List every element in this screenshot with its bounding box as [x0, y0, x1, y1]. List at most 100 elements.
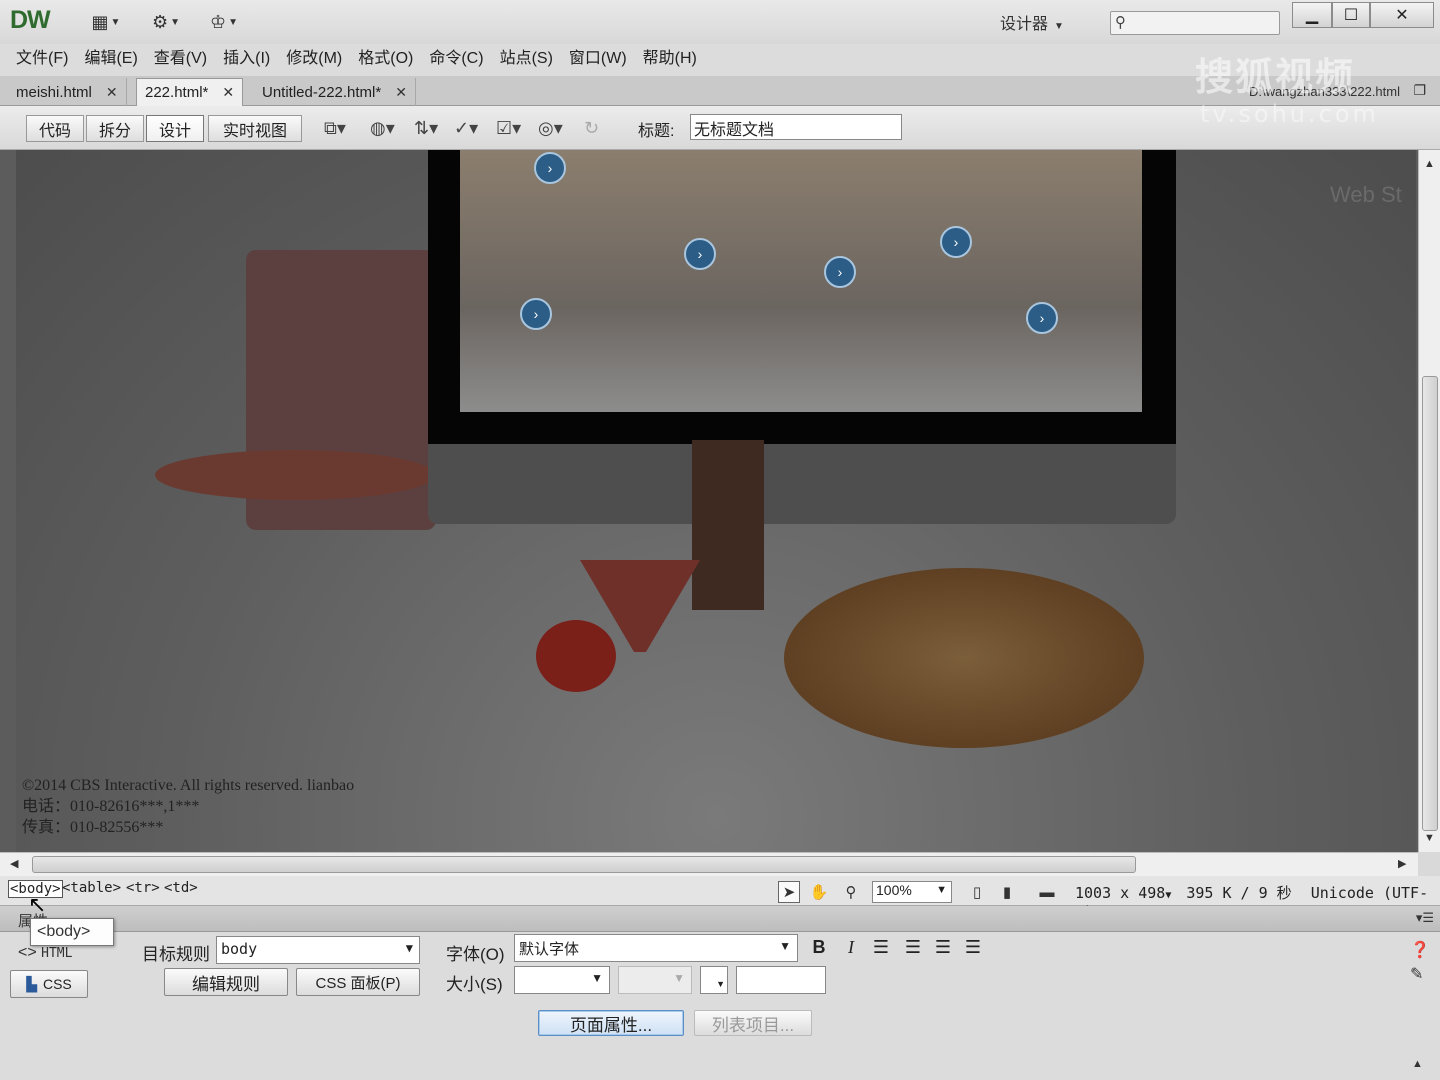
- zoom-tool-icon[interactable]: ⚲: [840, 881, 862, 903]
- mobile-size-icon[interactable]: ▯: [966, 881, 988, 903]
- bold-button[interactable]: B: [808, 937, 830, 958]
- side-text: Web St: [1330, 182, 1402, 207]
- title-bar: DW ▦ ▼ ⚙ ▼ ♔ ▼ 设计器 ▼ ⚲ ▁ ☐ ✕: [0, 0, 1440, 44]
- horizontal-scrollbar[interactable]: ◀ ▶: [0, 852, 1418, 876]
- hotspot-icon: ›: [684, 238, 716, 270]
- scroll-right-icon[interactable]: ▶: [1398, 857, 1406, 870]
- design-view-canvas[interactable]: › › › › › › Web St ©2014 CBS Interactive…: [0, 150, 1440, 852]
- quick-tag-editor-icon[interactable]: ✎: [1410, 964, 1423, 984]
- html-mode-tab[interactable]: <> HTML: [18, 944, 72, 962]
- menu-insert[interactable]: 插入(I): [215, 44, 278, 76]
- menu-modify[interactable]: 修改(M): [278, 44, 350, 76]
- page-title-label: 标题:: [638, 123, 675, 140]
- size-unit-select: ▼: [618, 966, 692, 994]
- zoom-select[interactable]: 100% ▼: [872, 881, 952, 903]
- tag-tooltip: <body>: [30, 918, 114, 946]
- refresh-icon[interactable]: ↻: [584, 118, 599, 139]
- page-properties-button[interactable]: 页面属性...: [538, 1010, 684, 1036]
- page-footer: ©2014 CBS Interactive. All rights reserv…: [22, 777, 355, 836]
- search-input[interactable]: ⚲: [1110, 11, 1280, 35]
- close-tab-icon[interactable]: ✕: [222, 84, 234, 101]
- hotspot-icon: ›: [520, 298, 552, 330]
- text-color-input[interactable]: [736, 966, 826, 994]
- menu-view[interactable]: 查看(V): [146, 44, 215, 76]
- pizza-image: [784, 568, 1144, 748]
- css-icon: ▙: [26, 975, 37, 992]
- window-size[interactable]: 1003 x 498: [1075, 884, 1165, 902]
- help-icon[interactable]: ❓: [1410, 940, 1430, 960]
- align-right-icon[interactable]: ☰: [932, 937, 954, 958]
- hand-tool-icon[interactable]: ✋: [808, 881, 830, 903]
- restore-down-icon[interactable]: ❐: [1413, 82, 1426, 99]
- browser-preview-icon[interactable]: ◍▾: [370, 118, 395, 139]
- close-tab-icon[interactable]: ✕: [395, 84, 407, 101]
- app-logo: DW: [10, 6, 51, 34]
- font-label: 字体(O): [446, 945, 505, 964]
- multiscreen-icon[interactable]: ⧉▾: [324, 118, 346, 139]
- html-icon: <>: [18, 944, 37, 961]
- design-view-button[interactable]: 设计: [146, 115, 204, 142]
- panel-menu-icon[interactable]: ▾☰: [1416, 910, 1434, 926]
- menu-help[interactable]: 帮助(H): [635, 44, 705, 76]
- menu-window[interactable]: 窗口(W): [561, 44, 635, 76]
- font-select[interactable]: 默认字体 ▼: [514, 934, 798, 962]
- align-left-icon[interactable]: ☰: [870, 937, 892, 958]
- dish-image: [155, 450, 435, 500]
- mouse-cursor-icon: ↖: [28, 892, 47, 917]
- site-icon[interactable]: ♔ ▼: [204, 9, 244, 35]
- css-mode-tab[interactable]: ▙ CSS: [10, 970, 88, 998]
- check-browser-icon[interactable]: ☑▾: [496, 118, 521, 139]
- layout-icon[interactable]: ▦ ▼: [86, 9, 126, 35]
- text-color-swatch[interactable]: ▼: [700, 966, 728, 994]
- menu-file[interactable]: 文件(F): [8, 44, 76, 76]
- live-view-button[interactable]: 实时视图: [208, 115, 302, 142]
- close-tab-icon[interactable]: ✕: [106, 84, 118, 101]
- download-time: 395 K / 9 秒: [1186, 884, 1292, 902]
- collapse-panel-icon[interactable]: ▲: [1412, 1058, 1423, 1070]
- tab-untitled-222[interactable]: Untitled-222.html* ✕: [254, 78, 416, 106]
- properties-panel-header[interactable]: [0, 906, 1440, 932]
- size-select[interactable]: ▼: [514, 966, 610, 994]
- hotspot-icon: ›: [534, 152, 566, 184]
- horizontal-scroll-thumb[interactable]: [32, 856, 1136, 873]
- code-view-button[interactable]: 代码: [26, 115, 84, 142]
- w3c-validation-icon[interactable]: ✓▾: [454, 118, 478, 139]
- tag-selector-tr[interactable]: <tr>: [126, 880, 160, 896]
- tomato-image: [536, 620, 616, 692]
- file-management-icon[interactable]: ⇅▾: [414, 118, 438, 139]
- visual-aids-icon[interactable]: ◎▾: [538, 118, 563, 139]
- menu-edit[interactable]: 编辑(E): [76, 44, 145, 76]
- minimize-button[interactable]: ▁: [1292, 2, 1332, 28]
- edit-rule-button[interactable]: 编辑规则: [164, 968, 288, 996]
- desktop-size-icon[interactable]: ▬: [1034, 881, 1060, 903]
- monitor-base: [428, 444, 1176, 524]
- menu-site[interactable]: 站点(S): [492, 44, 561, 76]
- scroll-down-icon[interactable]: ▼: [1424, 832, 1435, 844]
- tablet-size-icon[interactable]: ▮: [996, 881, 1018, 903]
- vertical-scroll-thumb[interactable]: [1422, 376, 1438, 831]
- workspace-switcher[interactable]: 设计器 ▼: [1000, 10, 1080, 34]
- monitor-screen-image: [460, 150, 1142, 412]
- tab-222[interactable]: 222.html* ✕: [136, 78, 244, 106]
- hotspot-icon: ›: [940, 226, 972, 258]
- tag-selector-td[interactable]: <td>: [164, 880, 198, 896]
- target-rule-select[interactable]: body ▼: [216, 936, 420, 964]
- css-panel-button[interactable]: CSS 面板(P): [296, 968, 420, 996]
- tag-selector-table[interactable]: <table>: [62, 880, 121, 896]
- align-justify-icon[interactable]: ☰: [962, 937, 984, 958]
- scroll-left-icon[interactable]: ◀: [10, 857, 18, 870]
- close-button[interactable]: ✕: [1370, 2, 1434, 28]
- split-view-button[interactable]: 拆分: [86, 115, 144, 142]
- gear-icon[interactable]: ⚙ ▼: [146, 9, 186, 35]
- italic-button[interactable]: I: [840, 937, 862, 958]
- maximize-button[interactable]: ☐: [1332, 2, 1370, 28]
- vertical-scrollbar[interactable]: ▲ ▼: [1418, 150, 1440, 852]
- select-tool-icon[interactable]: ➤: [778, 881, 800, 903]
- tab-meishi[interactable]: meishi.html ✕: [8, 78, 127, 106]
- align-center-icon[interactable]: ☰: [902, 937, 924, 958]
- page-title-input[interactable]: 无标题文档: [690, 114, 902, 140]
- scroll-up-icon[interactable]: ▲: [1424, 158, 1435, 170]
- menu-commands[interactable]: 命令(C): [421, 44, 491, 76]
- target-rule-label: 目标规则: [142, 945, 210, 964]
- menu-format[interactable]: 格式(O): [350, 44, 421, 76]
